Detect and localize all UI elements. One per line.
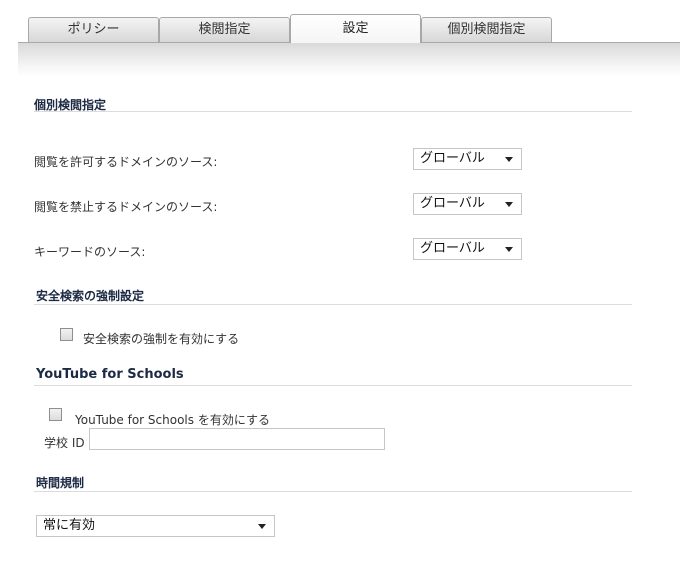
- keyword-source-label: キーワードのソース:: [34, 245, 146, 259]
- chevron-down-icon: [505, 202, 513, 207]
- allow-domain-source-value: グローバル: [420, 151, 485, 166]
- chevron-down-icon: [505, 157, 513, 162]
- tab-custom-filter[interactable]: 個別検閲指定: [421, 17, 552, 43]
- deny-domain-source-select[interactable]: グローバル: [413, 193, 522, 215]
- safe-search-checkbox[interactable]: [60, 328, 73, 341]
- tab-settings[interactable]: 設定: [290, 14, 421, 43]
- keyword-source-value: グローバル: [420, 241, 485, 256]
- school-id-label: 学校 ID: [44, 436, 85, 450]
- tab-content-band: [18, 43, 680, 77]
- safe-search-checkbox-label: 安全検索の強制を有効にする: [83, 332, 240, 346]
- deny-domain-source-value: グローバル: [420, 196, 485, 211]
- section-title-youtube: YouTube for Schools: [36, 367, 184, 382]
- chevron-down-icon: [505, 247, 513, 252]
- chevron-down-icon: [258, 524, 266, 529]
- section-divider: [34, 385, 632, 386]
- allow-domain-source-select[interactable]: グローバル: [413, 148, 522, 170]
- tab-policy[interactable]: ポリシー: [28, 17, 159, 43]
- section-divider: [34, 491, 632, 492]
- youtube-for-schools-checkbox-label: YouTube for Schools を有効にする: [75, 413, 270, 427]
- section-title-schedule: 時間規制: [36, 476, 85, 490]
- section-divider: [34, 111, 632, 112]
- deny-domain-source-label: 閲覧を禁止するドメインのソース:: [34, 200, 218, 214]
- keyword-source-select[interactable]: グローバル: [413, 238, 522, 260]
- tab-filter-categories[interactable]: 検閲指定: [159, 17, 290, 43]
- section-title-safe-search: 安全検索の強制設定: [36, 289, 145, 303]
- school-id-input[interactable]: [89, 428, 385, 450]
- allow-domain-source-label: 閲覧を許可するドメインのソース:: [34, 155, 218, 169]
- section-divider: [34, 304, 632, 305]
- youtube-for-schools-checkbox[interactable]: [49, 408, 62, 421]
- schedule-value: 常に有効: [43, 518, 96, 533]
- schedule-select[interactable]: 常に有効: [36, 515, 275, 537]
